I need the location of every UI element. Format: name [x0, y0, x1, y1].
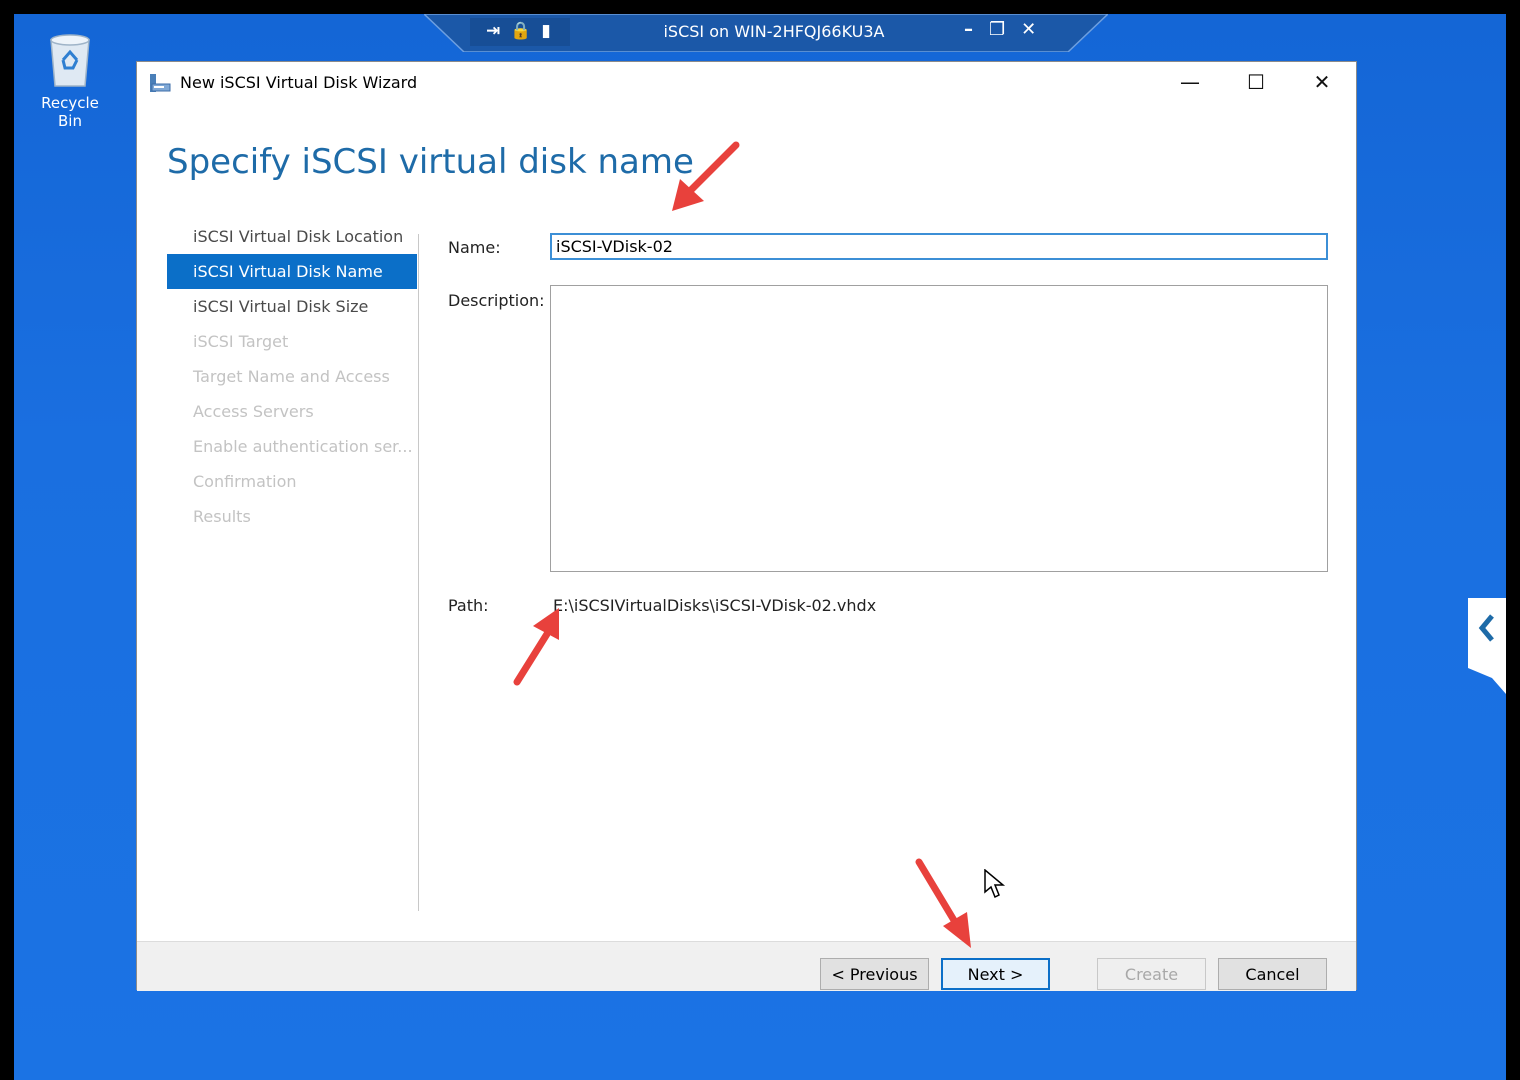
description-label: Description:: [448, 291, 545, 310]
annotation-arrow-next: [915, 858, 971, 948]
maximize-icon: ☐: [1247, 70, 1265, 94]
recycle-bin-shortcut[interactable]: Recycle Bin: [36, 30, 104, 130]
step-confirmation: Confirmation: [193, 472, 297, 491]
side-panel-tab[interactable]: [1468, 598, 1506, 694]
recycle-bin-icon: [45, 30, 95, 90]
rdp-close-icon[interactable]: ✕: [1021, 19, 1052, 40]
step-disk-size[interactable]: iSCSI Virtual Disk Size: [167, 289, 417, 324]
page-heading: Specify iSCSI virtual disk name: [167, 142, 694, 182]
title-bar[interactable]: New iSCSI Virtual Disk Wizard — ☐ ✕: [137, 62, 1356, 102]
step-results: Results: [193, 507, 251, 526]
wizard-window: New iSCSI Virtual Disk Wizard — ☐ ✕ Spec…: [136, 61, 1357, 991]
connection-bar-controls: –❐✕: [964, 19, 1052, 40]
pin-icon[interactable]: ⇥: [486, 21, 510, 41]
create-button: Create: [1097, 958, 1206, 990]
signal-icon: ▮: [541, 21, 561, 41]
window-title: New iSCSI Virtual Disk Wizard: [180, 73, 418, 92]
step-disk-name[interactable]: iSCSI Virtual Disk Name: [167, 254, 417, 289]
disk-wizard-icon: [149, 73, 171, 93]
path-value: E:\iSCSIVirtualDisks\iSCSI-VDisk-02.vhdx: [553, 596, 877, 615]
step-disk-location[interactable]: iSCSI Virtual Disk Location: [167, 219, 417, 254]
next-button[interactable]: Next >: [941, 958, 1050, 990]
description-input[interactable]: [550, 285, 1328, 572]
connection-title: iSCSI on WIN-2HFQJ66KU3A: [663, 22, 885, 41]
annotation-arrow-path: [513, 608, 559, 686]
mouse-cursor-icon: [984, 869, 1006, 899]
lock-icon[interactable]: 🔒: [510, 21, 541, 41]
step-target-name-access: Target Name and Access: [193, 367, 390, 386]
wizard-steps: iSCSI Virtual Disk Location iSCSI Virtua…: [167, 219, 417, 534]
annotation-arrow-name: [672, 141, 740, 211]
minimize-button[interactable]: —: [1157, 62, 1223, 102]
previous-button[interactable]: < Previous: [820, 958, 929, 990]
recycle-bin-label: Recycle Bin: [41, 94, 99, 130]
close-icon: ✕: [1313, 70, 1331, 94]
name-label: Name:: [448, 238, 501, 257]
step-iscsi-target: iSCSI Target: [193, 332, 289, 351]
close-button[interactable]: ✕: [1289, 62, 1355, 102]
path-label: Path:: [448, 596, 489, 615]
wizard-footer: < Previous Next > Create Cancel: [137, 941, 1356, 991]
maximize-button[interactable]: ☐: [1223, 62, 1289, 102]
steps-divider: [418, 234, 419, 911]
name-input[interactable]: [550, 233, 1328, 260]
remote-connection-bar: ⇥🔒▮ iSCSI on WIN-2HFQJ66KU3A –❐✕: [424, 14, 1108, 52]
rdp-minimize-icon[interactable]: –: [964, 19, 989, 40]
minimize-icon: —: [1180, 70, 1200, 94]
cancel-button[interactable]: Cancel: [1218, 958, 1327, 990]
rdp-restore-icon[interactable]: ❐: [989, 19, 1021, 40]
connection-bar-left-icons: ⇥🔒▮: [486, 21, 561, 41]
step-access-servers: Access Servers: [193, 402, 314, 421]
desktop: Recycle Bin ⇥🔒▮ iSCSI on WIN-2HFQJ66KU3A…: [14, 14, 1506, 1080]
step-enable-authentication: Enable authentication ser...: [193, 437, 413, 456]
